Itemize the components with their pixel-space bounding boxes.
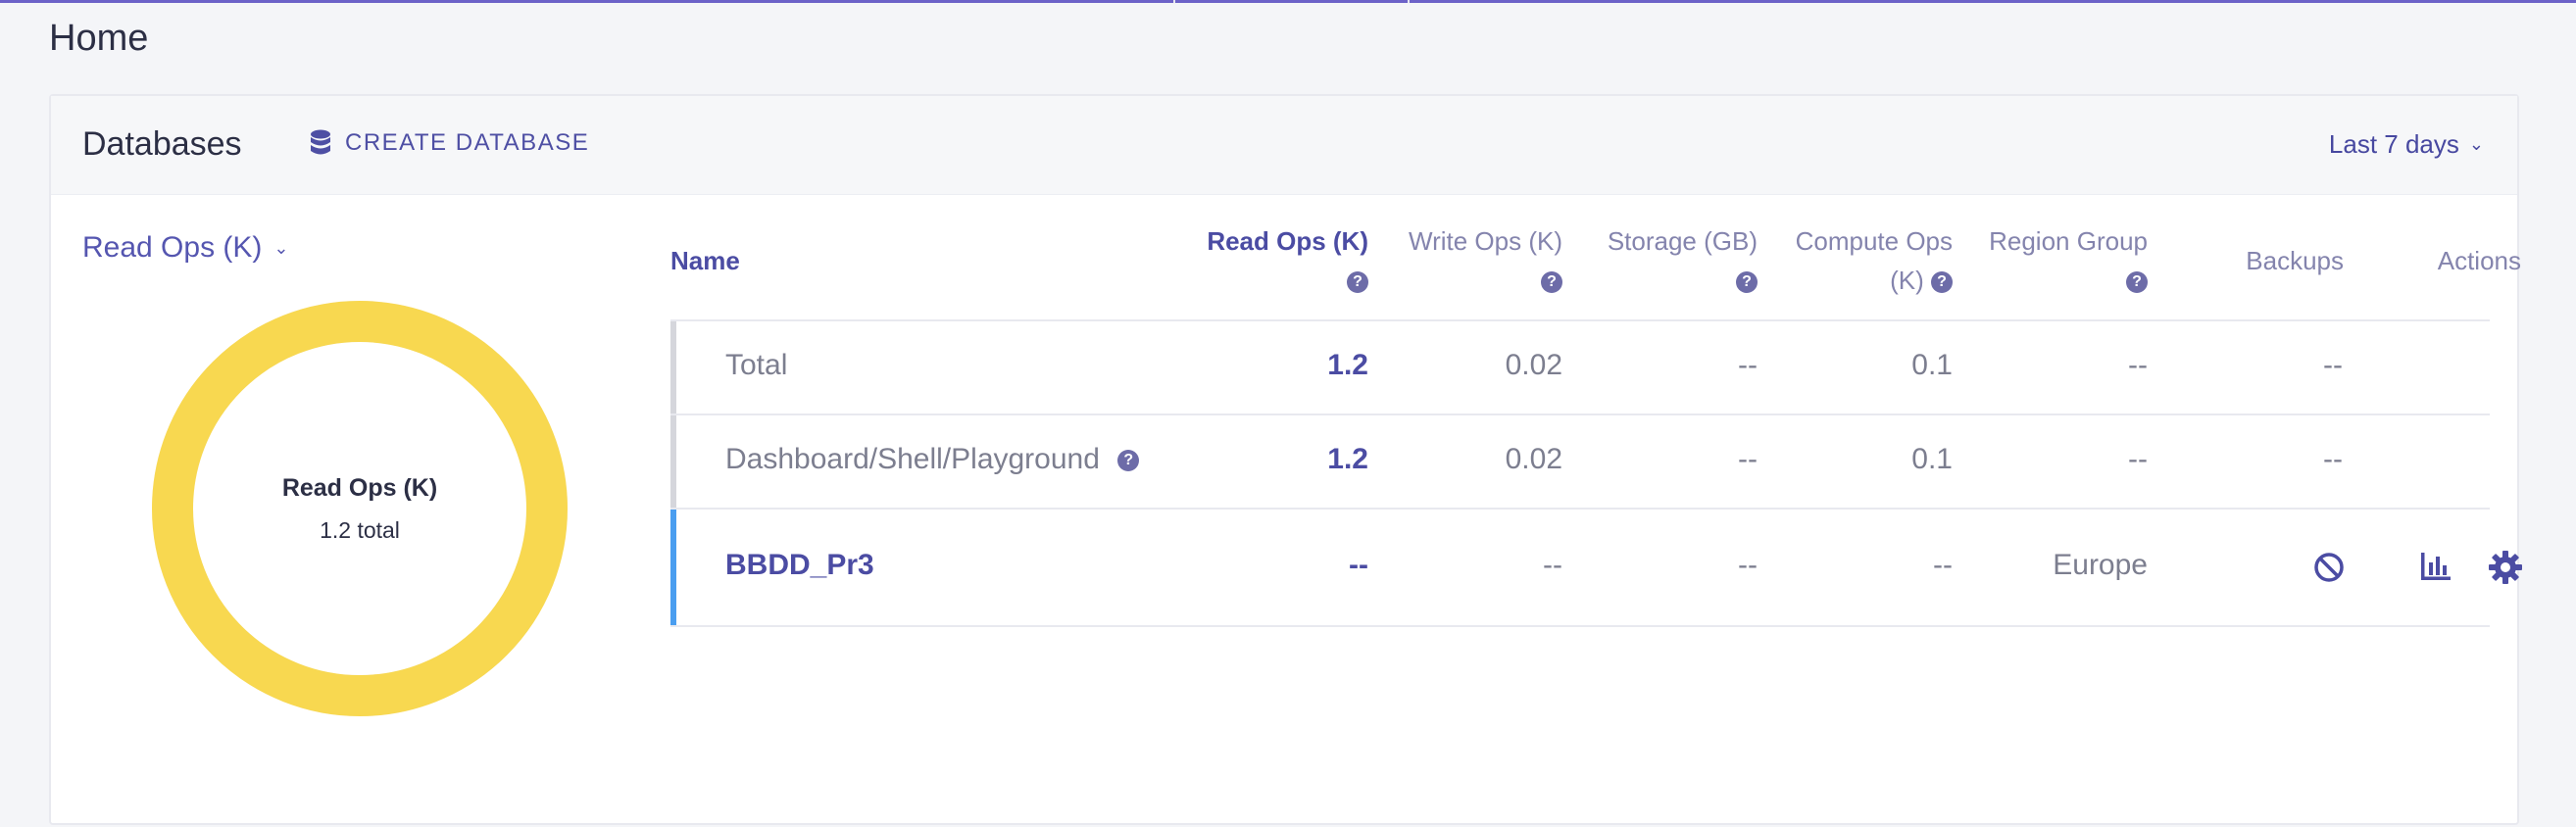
table-row-total: Total 1.2 0.02 -- 0.1 -- -- — [670, 321, 2490, 415]
donut-chart: Read Ops (K) 1.2 total — [151, 300, 569, 717]
chevron-down-icon: ⌄ — [273, 237, 289, 258]
top-accent-line — [0, 0, 2576, 3]
row-storage: -- — [1738, 549, 1758, 581]
row-backups: -- — [2323, 349, 2343, 381]
row-indicator — [670, 510, 676, 625]
row-region: Europe — [2053, 549, 2148, 581]
metric-dropdown[interactable]: Read Ops (K) ⌄ — [82, 231, 289, 265]
row-write-ops: 0.02 — [1505, 349, 1562, 381]
column-header-backups: Backups — [2246, 246, 2344, 275]
row-indicator — [670, 321, 676, 414]
column-header-read-ops[interactable]: Read Ops (K) ? — [1149, 221, 1368, 300]
column-header-region-group[interactable]: Region Group ? — [1913, 221, 2148, 300]
donut-slice — [152, 301, 568, 716]
donut-title: Read Ops (K) — [281, 474, 438, 502]
column-header-write-ops[interactable]: Write Ops (K) ? — [1355, 221, 1562, 300]
bar-chart-icon[interactable] — [2419, 551, 2452, 587]
donut-svg — [152, 301, 568, 716]
row-compute: -- — [1933, 549, 1953, 581]
row-read-ops: -- — [1349, 549, 1368, 581]
row-backups: -- — [2323, 443, 2343, 475]
row-write-ops: 0.02 — [1505, 443, 1562, 475]
time-range-dropdown[interactable]: Last 7 days ⌄ — [2329, 129, 2484, 160]
row-region: -- — [2128, 349, 2148, 381]
gear-icon[interactable] — [2488, 550, 2523, 590]
databases-card: Databases CREATE DATABASE Last 7 days ⌄ … — [49, 94, 2522, 825]
row-region: -- — [2128, 443, 2148, 475]
donut-subtitle: 1.2 total — [320, 517, 400, 543]
row-storage: -- — [1738, 349, 1758, 381]
create-database-label: CREATE DATABASE — [345, 129, 590, 156]
row-name: Total — [725, 349, 788, 381]
column-header-write-ops-label: Write Ops (K) — [1409, 226, 1562, 256]
column-header-actions: Actions — [2437, 246, 2521, 275]
column-header-region-label: Region Group — [1989, 226, 2148, 256]
row-indicator — [670, 415, 676, 508]
column-header-name[interactable]: Name — [670, 241, 740, 280]
create-database-button[interactable]: CREATE DATABASE — [310, 129, 589, 157]
row-compute: 0.1 — [1911, 443, 1953, 475]
column-header-read-ops-label: Read Ops (K) — [1207, 226, 1368, 256]
row-storage: -- — [1738, 443, 1758, 475]
page-title: Home — [49, 18, 149, 59]
database-icon — [311, 129, 330, 155]
row-name: Dashboard/Shell/Playground ? — [725, 443, 1140, 476]
time-range-label: Last 7 days — [2328, 129, 2459, 159]
chevron-down-icon: ⌄ — [2468, 134, 2484, 154]
table-row-bbdd-pr3[interactable]: BBDD_Pr3 -- -- -- -- Europe — [670, 510, 2522, 627]
row-read-ops: 1.2 — [1327, 443, 1368, 475]
database-name-link[interactable]: BBDD_Pr3 — [725, 549, 874, 582]
metric-dropdown-label: Read Ops (K) — [82, 231, 263, 264]
row-write-ops: -- — [1543, 549, 1562, 581]
help-icon[interactable]: ? — [1117, 450, 1140, 472]
table-row-dashboard-shell-playground: Dashboard/Shell/Playground ? 1.2 0.02 --… — [670, 415, 2490, 510]
row-read-ops: 1.2 — [1327, 349, 1368, 381]
row-compute: 0.1 — [1911, 349, 1953, 381]
card-title: Databases — [82, 125, 242, 163]
disabled-icon[interactable] — [2312, 551, 2346, 589]
card-header: Databases CREATE DATABASE Last 7 days ⌄ — [51, 96, 2517, 195]
